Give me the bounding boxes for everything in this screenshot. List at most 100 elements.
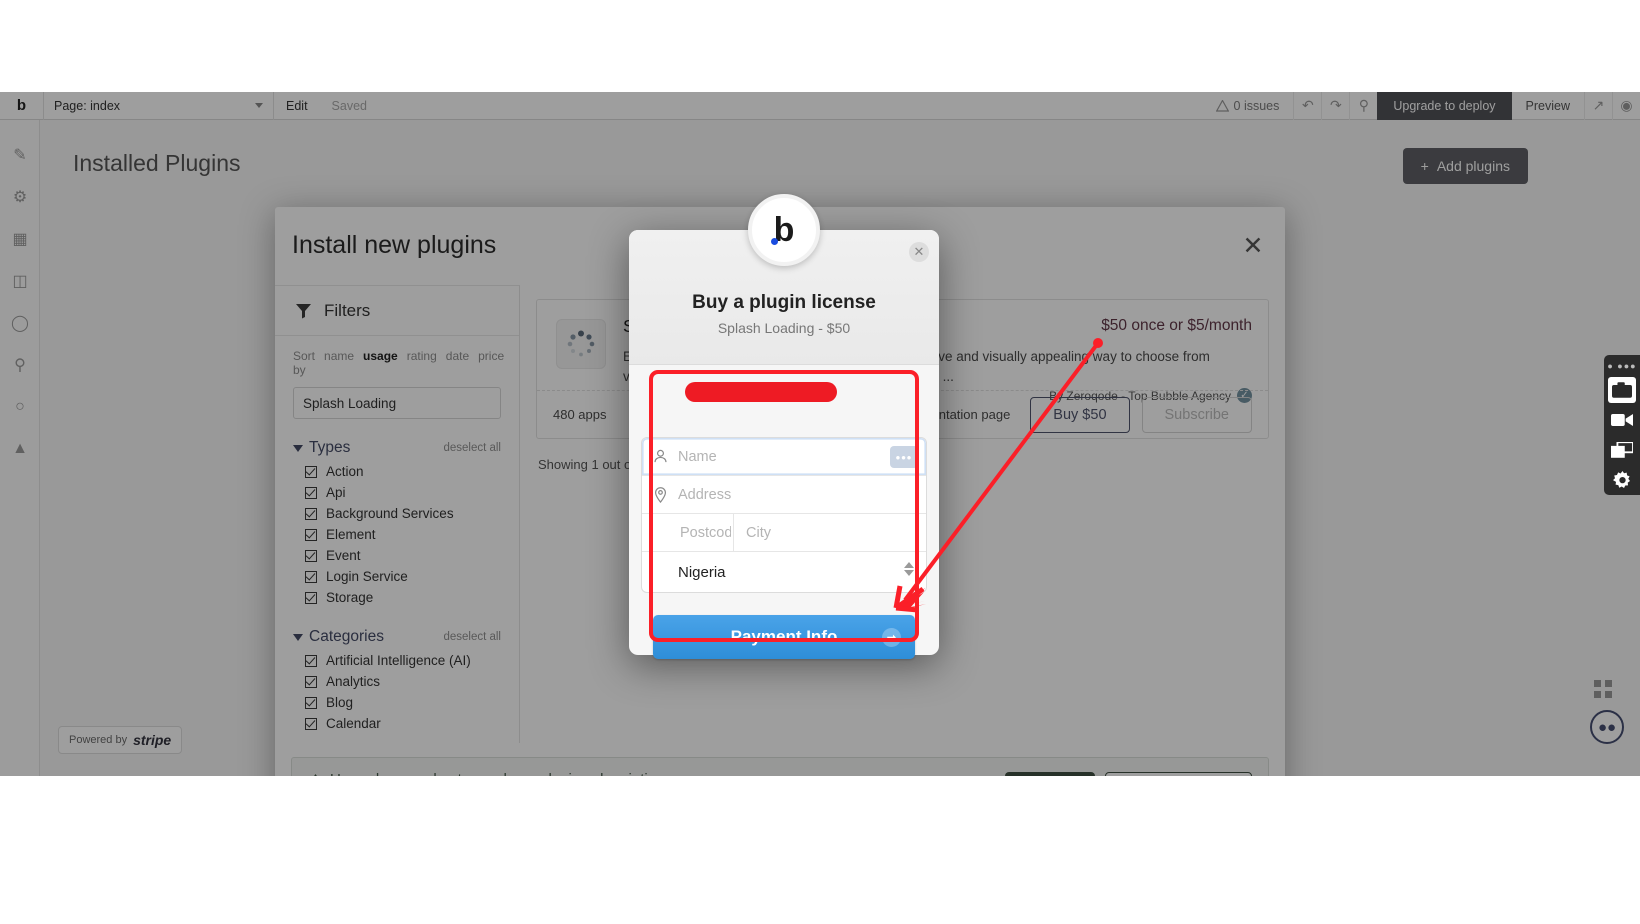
camera-icon[interactable] — [1608, 377, 1636, 403]
facet-item[interactable]: Analytics — [293, 671, 501, 692]
logs-icon[interactable]: ▲ — [0, 428, 40, 470]
filters-header: Filters — [275, 286, 519, 336]
sort-option-rating[interactable]: rating — [407, 349, 437, 377]
account-icon[interactable]: ◉ — [1612, 92, 1640, 120]
tab-edit[interactable]: Edit — [274, 92, 320, 120]
sort-option-price[interactable]: price — [478, 349, 504, 377]
name-autofill-icon[interactable]: ••• — [890, 446, 918, 468]
upgrade-button[interactable]: Upgrade — [1005, 772, 1096, 776]
checkbox-icon[interactable] — [305, 465, 317, 478]
drag-handle-icon[interactable]: ● ●●● — [1607, 361, 1636, 371]
desktop-screen: b Page: index Edit Saved 0 issues ↶ ↷ ⚲ … — [0, 0, 1640, 924]
facet-item[interactable]: Calendar — [293, 713, 501, 734]
workflow-icon[interactable]: ⚙ — [0, 176, 40, 218]
types-deselect-all[interactable]: deselect all — [443, 442, 501, 454]
upgrade-banner-texts: Upgrade your plan to purchase plugin sub… — [308, 771, 672, 776]
checkbox-icon[interactable] — [305, 696, 317, 709]
pencil-icon[interactable]: ✎ — [0, 134, 40, 176]
gear-icon[interactable] — [1608, 467, 1636, 493]
warning-triangle-icon — [1215, 99, 1229, 112]
checkbox-icon[interactable] — [305, 528, 317, 541]
chat-support-icon[interactable]: ●● — [1590, 710, 1624, 744]
search-input[interactable] — [293, 387, 501, 419]
editor-toolbar: b Page: index Edit Saved 0 issues ↶ ↷ ⚲ … — [0, 92, 1640, 120]
buy-button[interactable]: Buy $50 — [1030, 396, 1130, 433]
name-field-row[interactable]: ••• — [642, 438, 926, 476]
search-wrapper — [275, 383, 519, 433]
email-row[interactable] — [641, 379, 927, 421]
redo-icon[interactable]: ↷ — [1321, 92, 1349, 120]
postcode-cell[interactable] — [642, 514, 734, 551]
bubble-logo-text: b — [16, 97, 27, 114]
share-icon[interactable]: ↗ — [1584, 92, 1612, 120]
types-facet-list: Action Api Background Services Element E… — [275, 461, 519, 608]
country-select-row[interactable]: Nigeria — [642, 552, 926, 592]
window-icon[interactable] — [1608, 437, 1636, 463]
upgrade-to-deploy-button[interactable]: Upgrade to deploy — [1377, 92, 1512, 120]
powered-by-label: Powered by — [69, 734, 128, 746]
close-icon[interactable]: ✕ — [909, 242, 929, 262]
compare-plans-button[interactable]: Compare all plans — [1105, 772, 1252, 776]
settings-icon[interactable]: ○ — [0, 386, 40, 428]
facet-item[interactable]: Element — [293, 524, 501, 545]
grid-icon[interactable] — [1594, 680, 1612, 703]
city-input[interactable] — [744, 523, 926, 542]
checkbox-icon[interactable] — [305, 486, 317, 499]
issues-indicator[interactable]: 0 issues — [1202, 99, 1294, 113]
checkbox-icon[interactable] — [305, 717, 317, 730]
postcode-city-row — [642, 514, 926, 552]
plugins-icon[interactable]: ⚲ — [0, 344, 40, 386]
facet-item[interactable]: Login Service — [293, 566, 501, 587]
facet-item-label: Element — [326, 527, 376, 542]
name-input[interactable] — [678, 448, 926, 465]
facet-item[interactable]: Blog — [293, 692, 501, 713]
search-icon[interactable]: ⚲ — [1349, 92, 1377, 120]
video-camera-icon[interactable] — [1608, 407, 1636, 433]
facet-item[interactable]: Background Services — [293, 503, 501, 524]
payment-info-button[interactable]: Payment Info ➞ — [653, 615, 915, 659]
add-plugins-button[interactable]: + Add plugins — [1402, 148, 1528, 184]
types-facet-header[interactable]: Types deselect all — [275, 433, 519, 461]
close-icon[interactable]: ✕ — [1239, 232, 1267, 260]
page-selector[interactable]: Page: index — [44, 92, 274, 120]
facet-item[interactable]: Api — [293, 482, 501, 503]
address-field-row[interactable] — [642, 476, 926, 514]
postcode-input[interactable] — [678, 523, 733, 542]
facet-item-label: Calendar — [326, 716, 381, 731]
bubble-logo-dot — [770, 238, 778, 245]
facet-item[interactable]: Action — [293, 461, 501, 482]
facet-item-label: Analytics — [326, 674, 381, 689]
city-cell[interactable] — [734, 514, 926, 551]
address-input[interactable] — [678, 486, 926, 503]
facet-item[interactable]: Event — [293, 545, 501, 566]
plus-icon: + — [1420, 158, 1429, 174]
categories-deselect-all[interactable]: deselect all — [443, 631, 501, 643]
undo-icon[interactable]: ↶ — [1293, 92, 1321, 120]
checkbox-icon[interactable] — [305, 570, 317, 583]
checkbox-icon[interactable] — [305, 654, 317, 667]
checkbox-icon[interactable] — [305, 591, 317, 604]
styles-icon[interactable]: ◯ — [0, 302, 40, 344]
checkbox-icon[interactable] — [305, 549, 317, 562]
sort-option-usage[interactable]: usage — [363, 349, 398, 377]
stepper-icon[interactable] — [904, 562, 914, 576]
person-icon — [642, 449, 678, 464]
categories-facet-header[interactable]: Categories deselect all — [275, 622, 519, 650]
bubble-logo-icon[interactable]: b — [0, 92, 44, 120]
database-icon[interactable]: ◫ — [0, 260, 40, 302]
checkbox-icon[interactable] — [305, 507, 317, 520]
facet-item[interactable]: Artificial Intelligence (AI) — [293, 650, 501, 671]
toolbar-right-group: 0 issues ↶ ↷ ⚲ Upgrade to deploy Preview… — [1202, 92, 1640, 120]
chevron-down-icon — [255, 103, 263, 108]
categories-facet-left: Categories — [293, 628, 384, 646]
data-icon[interactable]: ▦ — [0, 218, 40, 260]
checkbox-icon[interactable] — [305, 675, 317, 688]
facet-item-label: Login Service — [326, 569, 408, 584]
sort-option-name[interactable]: name — [324, 349, 354, 377]
save-status: Saved — [320, 92, 379, 120]
facet-item[interactable]: Storage — [293, 587, 501, 608]
preview-button[interactable]: Preview — [1512, 92, 1584, 120]
facet-item-label: Background Services — [326, 506, 454, 521]
add-plugins-label: Add plugins — [1436, 158, 1510, 174]
sort-option-date[interactable]: date — [446, 349, 469, 377]
